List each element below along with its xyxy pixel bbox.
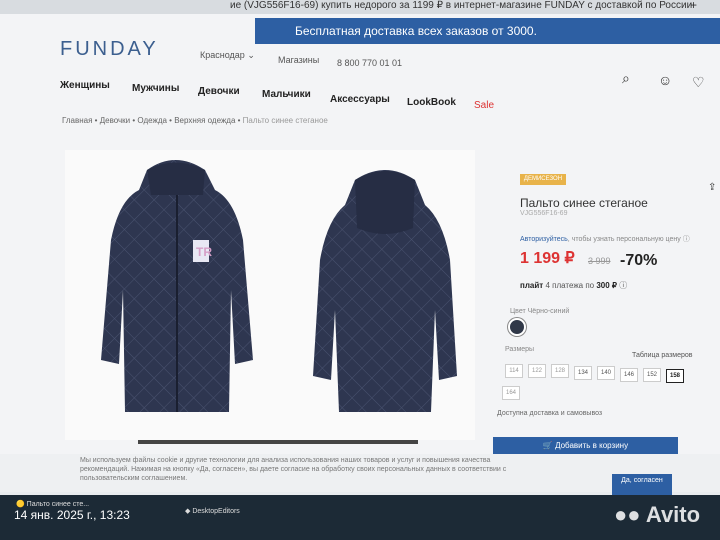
current-price: 1 199 ₽ (520, 250, 575, 267)
funday-logo[interactable]: FUNDAY (60, 38, 159, 61)
sizes-label: Размеры (505, 346, 535, 353)
size-option-selected[interactable]: 158 (666, 369, 684, 383)
coat-back-image (313, 170, 457, 412)
discount-percent: -70% (620, 252, 658, 269)
color-swatch[interactable] (508, 318, 526, 336)
plait-amount: 300 ₽ (596, 281, 618, 290)
avito-logo-icon: ●● (614, 502, 641, 527)
product-title: Пальто синее стеганое (520, 196, 648, 210)
plait-brand: плайт (520, 281, 544, 290)
plait-text: 4 платежа по (545, 281, 595, 290)
search-icon[interactable]: ⌕ (622, 70, 630, 87)
promo-banner: Бесплатная доставка всех заказов от 3000… (255, 18, 720, 44)
delivery-note: Доступна доставка и самовывоз (497, 410, 603, 417)
coat-front-image: TR (101, 160, 253, 412)
old-price: 3 999 (588, 256, 611, 266)
add-to-cart-button[interactable]: 🛒 Добавить в корзину (493, 437, 678, 455)
desktop-editors-icon: ◆ (185, 508, 191, 515)
taskbar-clock[interactable]: 14 янв. 2025 г., 13:23 (14, 508, 130, 522)
breadcrumb: Главная • Девочки • Одежда • Верхняя оде… (62, 116, 328, 125)
size-option[interactable]: 122 (528, 364, 546, 378)
cookie-text: Мы используем файлы cookie и другие техн… (80, 457, 507, 482)
chevron-down-icon: ⌄ (247, 50, 255, 60)
help-icon[interactable]: ⓘ (619, 281, 627, 290)
avito-watermark: ●● Avito (614, 502, 700, 528)
nav-lookbook[interactable]: LookBook (407, 97, 456, 108)
size-option[interactable]: 140 (597, 366, 615, 380)
product-photos: TR (101, 160, 457, 412)
breadcrumb-current: Пальто синее стеганое (242, 116, 328, 125)
add-to-cart-label: Добавить в корзину (555, 441, 629, 450)
breadcrumb-girls[interactable]: Девочки (100, 116, 130, 125)
heart-icon[interactable]: ♡ (692, 74, 705, 91)
plait-installments[interactable]: плайт 4 платежа по 300 ₽ ⓘ (520, 280, 627, 291)
size-option[interactable]: 152 (643, 368, 661, 382)
size-option[interactable]: 164 (502, 386, 520, 400)
svg-text:TR: TR (196, 245, 212, 259)
login-note: Авторизуйтесь, чтобы узнать персональную… (520, 234, 690, 244)
cart-icon: 🛒 (542, 441, 553, 450)
color-label-text: Цвет (510, 308, 526, 315)
promo-banner-text: Бесплатная доставка всех заказов от 3000… (295, 24, 537, 38)
breadcrumb-home[interactable]: Главная (62, 116, 92, 125)
login-note-text: , чтобы узнать персональную цену (567, 236, 681, 243)
breadcrumb-outerwear[interactable]: Верхняя одежда (174, 116, 235, 125)
color-label: Цвет Чёрно-синий (510, 308, 569, 315)
browser-icon: 🟡 (16, 501, 25, 508)
taskbar-editors-label: DesktopEditors (192, 508, 240, 515)
login-link[interactable]: Авторизуйтесь (520, 236, 568, 243)
help-icon[interactable]: ⓘ (683, 236, 690, 243)
nav-men[interactable]: Мужчины (132, 83, 179, 94)
breadcrumb-clothes[interactable]: Одежда (137, 116, 167, 125)
gallery-scrollbar[interactable] (138, 440, 418, 444)
taskbar-browser-label: Пальто синее сте... (26, 501, 90, 508)
taskbar-browser-item[interactable]: 🟡 Пальто синее сте... (16, 500, 89, 508)
nav-women[interactable]: Женщины (60, 80, 110, 91)
size-option[interactable]: 114 (505, 364, 523, 378)
phone-number[interactable]: 8 800 770 01 01 (337, 58, 402, 68)
size-option[interactable]: 146 (620, 368, 638, 382)
size-option[interactable]: 134 (574, 366, 592, 380)
avito-wordmark: Avito (645, 502, 701, 527)
nav-sale[interactable]: Sale (474, 100, 494, 111)
stores-link[interactable]: Магазины (278, 55, 319, 65)
product-gallery[interactable]: TR (65, 150, 475, 440)
nav-boys[interactable]: Мальчики (262, 89, 311, 100)
color-value: Чёрно-синий (527, 308, 570, 315)
user-icon[interactable]: ☺ (658, 72, 672, 88)
browser-tab-title[interactable]: ие (VJG556F16-69) купить недорого за 119… (230, 0, 692, 11)
nav-girls[interactable]: Девочки (198, 86, 240, 97)
city-label: Краснодар (200, 50, 245, 60)
size-table-link[interactable]: Таблица размеров (632, 352, 693, 359)
season-badge: ДЕМИСЕЗОН (520, 174, 566, 185)
share-icon[interactable]: ⇪ (708, 182, 716, 193)
nav-accessories[interactable]: Аксессуары (330, 94, 390, 105)
browser-tab-bar: ие (VJG556F16-69) купить недорого за 119… (0, 0, 720, 14)
product-sku: VJG556F16-69 (520, 210, 568, 217)
taskbar-editors-item[interactable]: ◆ DesktopEditors (185, 507, 240, 515)
new-tab-button[interactable]: + (690, 0, 697, 12)
size-option[interactable]: 128 (551, 364, 569, 378)
city-selector[interactable]: Краснодар ⌄ (200, 50, 255, 61)
